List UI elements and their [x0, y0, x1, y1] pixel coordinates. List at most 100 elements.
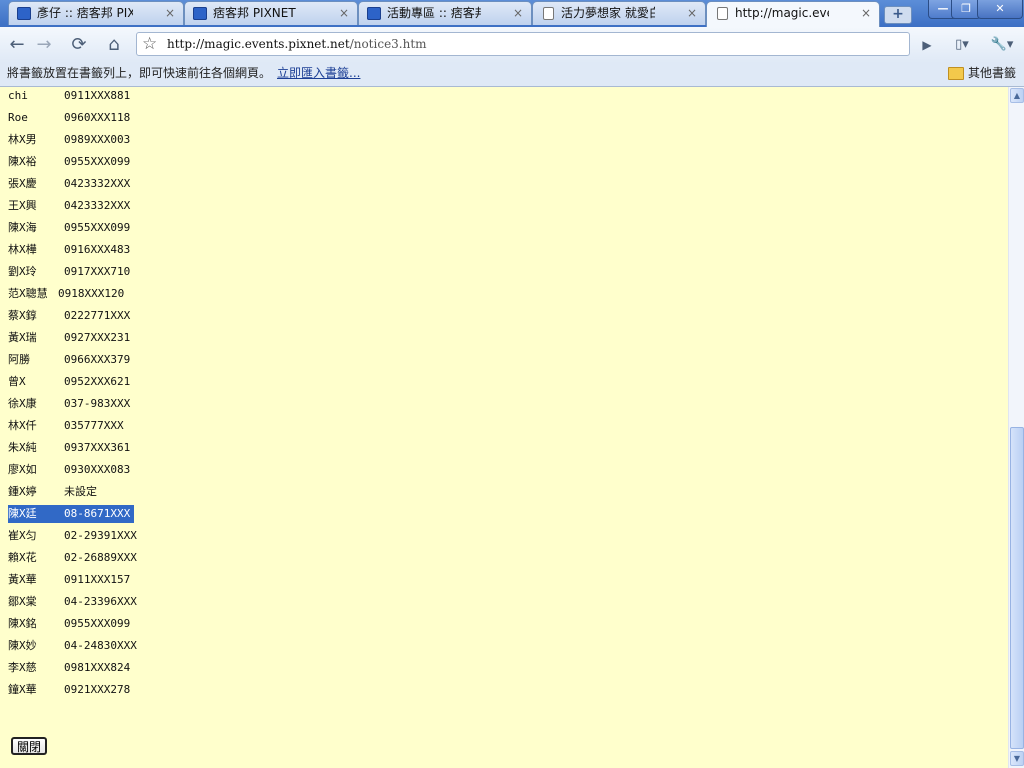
address-bar[interactable]: ☆ http://magic.events.pixnet.net/notice3… — [136, 32, 910, 56]
winner-name: 范X聰慧 — [8, 287, 48, 300]
tab-strip: 彥仔 :: 痞客邦 PIXNE... × 痞客邦 PIXNET × 活動專區 :… — [0, 0, 1024, 27]
go-button[interactable]: ▶ — [916, 34, 938, 56]
winner-phone: 0966XXX379 — [64, 353, 131, 366]
page-content: chi 0911XXX881 Roe 0960XXX118 林X男 0989XXX003 陳… — [0, 87, 1008, 768]
winner-phone: 0911XXX157 — [64, 573, 131, 586]
winner-name: 陳X銘 — [8, 617, 37, 630]
close-page-button[interactable]: 關閉 — [11, 737, 48, 755]
winner-name: 張X慶 — [8, 177, 37, 190]
winner-name: 鐘X華 — [8, 683, 37, 696]
tab-notice3-active[interactable]: http://magic.events.pixn... × — [706, 1, 880, 27]
list-item: 李X慈 0981XXX824 — [8, 659, 130, 681]
page-icon — [543, 7, 554, 20]
pixnet-icon — [193, 7, 207, 20]
winner-phone: 0917XXX710 — [64, 265, 131, 278]
vertical-scrollbar[interactable]: ▲ ▼ — [1008, 87, 1024, 768]
home-button[interactable]: ⌂ — [103, 34, 125, 56]
winner-name: 黃X瑞 — [8, 331, 37, 344]
other-bookmarks-button[interactable]: 其他書籤 — [947, 63, 1016, 83]
url-domain: http://magic.events.pixnet.net — [167, 37, 350, 51]
list-item: 陳X廷 08-8671XXX — [8, 505, 134, 523]
winner-phone: 0927XXX231 — [64, 331, 131, 344]
list-item: 黃X華 0911XXX157 — [8, 571, 130, 593]
winner-phone: 0911XXX881 — [64, 89, 131, 102]
list-item: 徐X康 037-983XXX — [8, 395, 130, 417]
import-bookmarks-link[interactable]: 立即匯入書籤... — [277, 63, 360, 83]
close-icon[interactable]: × — [165, 2, 175, 25]
winner-phone: 0423332XXX — [64, 177, 131, 190]
url-path: /notice3.htm — [349, 37, 427, 51]
winner-name: 徐X康 — [8, 397, 37, 410]
winner-phone: 0918XXX120 — [58, 287, 125, 300]
tab-pixnet-blog[interactable]: 彥仔 :: 痞客邦 PIXNE... × — [8, 1, 184, 25]
close-icon[interactable]: × — [513, 2, 523, 25]
winner-phone: 035777XXX — [64, 419, 124, 432]
list-item: 鐘X華 0921XXX278 — [8, 681, 130, 703]
winner-name: 陳X妙 — [8, 639, 37, 652]
scroll-down-arrow-icon[interactable]: ▼ — [1010, 751, 1024, 766]
list-item: 陳X海 0955XXX099 — [8, 219, 130, 241]
tab-pixnet[interactable]: 痞客邦 PIXNET × — [184, 1, 358, 25]
scroll-thumb[interactable] — [1010, 427, 1024, 749]
close-icon[interactable]: × — [861, 2, 871, 25]
winner-phone: 0960XXX118 — [64, 111, 131, 124]
tab-label: 彥仔 :: 痞客邦 PIXNE... — [37, 6, 133, 20]
list-item: 林X仟 035777XXX — [8, 417, 124, 439]
bookmarks-bar: 將書籤放置在書籤列上，即可快速前往各個網頁。 立即匯入書籤... 其他書籤 — [0, 63, 1024, 87]
tab-label: 活力夢想家 就愛白花油 — [561, 6, 655, 20]
scroll-up-arrow-icon[interactable]: ▲ — [1010, 88, 1024, 103]
winner-phone: 0423332XXX — [64, 199, 131, 212]
winner-name: 陳X廷 — [8, 507, 37, 520]
winner-name: 林X男 — [8, 133, 37, 146]
url-text[interactable]: http://magic.events.pixnet.net/notice3.h… — [167, 33, 427, 56]
list-item: 劉X玲 0917XXX710 — [8, 263, 130, 285]
close-icon[interactable]: × — [339, 2, 349, 25]
winner-name: 林X仟 — [8, 419, 37, 432]
close-window-button[interactable]: ✕ — [977, 0, 1023, 19]
winner-phone: 0955XXX099 — [64, 617, 131, 630]
winner-name: 阿勝 — [8, 353, 30, 366]
list-item: 王X興 0423332XXX — [8, 197, 130, 219]
tab-label: http://magic.events.pixn... — [735, 6, 829, 20]
winner-name: 劉X玲 — [8, 265, 37, 278]
tab-events[interactable]: 活動專區 :: 痞客邦 PI... × — [358, 1, 532, 25]
winner-name: 朱X純 — [8, 441, 37, 454]
list-item: 林X男 0989XXX003 — [8, 131, 130, 153]
winner-phone: 0989XXX003 — [64, 133, 131, 146]
winner-phone: 08-8671XXX — [64, 507, 131, 520]
tab-white-flower[interactable]: 活力夢想家 就愛白花油 × — [532, 1, 706, 25]
list-item: 張X慶 0423332XXX — [8, 175, 130, 197]
other-bookmarks-label: 其他書籤 — [967, 66, 1016, 80]
winner-name: 賴X花 — [8, 551, 37, 564]
winner-name: 鍾X婷 — [8, 485, 37, 498]
winner-phone: 0937XXX361 — [64, 441, 131, 454]
list-item: chi 0911XXX881 — [8, 87, 130, 109]
winner-phone: 04-24830XXX — [64, 639, 137, 652]
winner-name: 林X樺 — [8, 243, 37, 256]
star-icon[interactable]: ☆ — [142, 33, 157, 55]
list-item: 范X聰慧 0918XXX120 — [8, 285, 124, 307]
back-button[interactable]: ← — [6, 34, 28, 56]
page-menu-button[interactable]: ▯▾ — [948, 34, 976, 56]
winner-name: 陳X裕 — [8, 155, 37, 168]
list-item: 黃X瑞 0927XXX231 — [8, 329, 130, 351]
winner-name: 李X慈 — [8, 661, 37, 674]
list-item: 廖X如 0930XXX083 — [8, 461, 130, 483]
winner-phone: 0952XXX621 — [64, 375, 131, 388]
winner-name: 王X興 — [8, 199, 37, 212]
winner-phone: 0955XXX099 — [64, 155, 131, 168]
list-item: 朱X純 0937XXX361 — [8, 439, 130, 461]
winner-name: Roe — [8, 111, 28, 124]
pixnet-icon — [367, 7, 381, 20]
list-item: 崔X匀 02-29391XXX — [8, 527, 137, 549]
new-tab-button[interactable]: + — [884, 6, 912, 24]
close-icon[interactable]: × — [687, 2, 697, 25]
winner-phone: 0930XXX083 — [64, 463, 131, 476]
bookmarks-hint: 將書籤放置在書籤列上，即可快速前往各個網頁。 — [7, 66, 272, 80]
forward-button[interactable]: → — [33, 34, 55, 56]
wrench-menu-button[interactable]: 🔧▾ — [986, 34, 1018, 56]
winner-phone: 04-23396XXX — [64, 595, 137, 608]
list-item: 陳X銘 0955XXX099 — [8, 615, 130, 637]
folder-icon — [947, 67, 964, 80]
reload-button[interactable]: ⟳ — [68, 34, 90, 56]
